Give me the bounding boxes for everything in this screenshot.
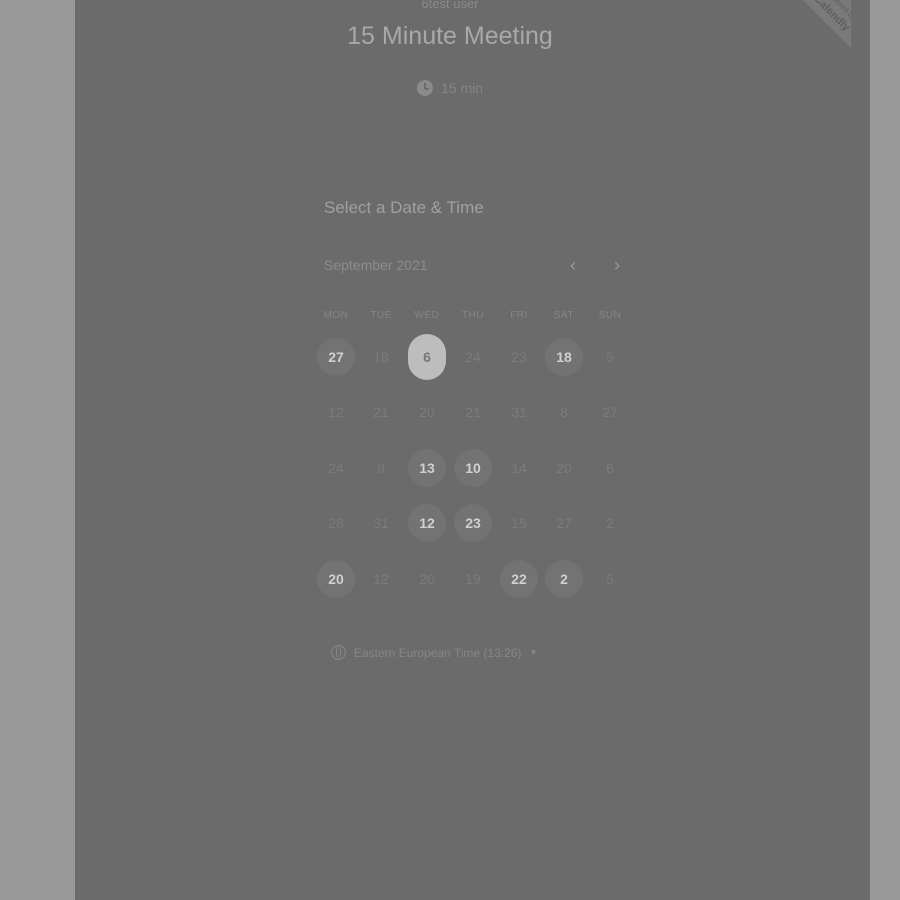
chevron-left-icon: ‹ xyxy=(570,255,576,275)
disabled-day: 5 xyxy=(606,571,614,587)
weekday-sun: SUN xyxy=(598,310,622,321)
disabled-day: 18 xyxy=(373,349,389,365)
disabled-day: 20 xyxy=(419,404,435,420)
disabled-day: 6 xyxy=(606,460,614,476)
disabled-day: 2 xyxy=(606,515,614,531)
weekday-thu: THU xyxy=(461,310,485,321)
weekday-wed: WED xyxy=(414,310,440,321)
weekday-sat: SAT xyxy=(553,310,575,321)
available-day[interactable]: 27 xyxy=(317,338,355,376)
weekday-tue: TUE xyxy=(370,310,392,321)
next-month-button[interactable]: › xyxy=(605,254,629,278)
event-duration: 15 min xyxy=(0,80,900,96)
disabled-day: 8 xyxy=(560,404,568,420)
duration-label: 15 min xyxy=(440,80,484,96)
disabled-day: 5 xyxy=(606,349,614,365)
weekday-mon: MON xyxy=(323,310,349,321)
available-day[interactable]: 22 xyxy=(500,560,538,598)
disabled-day: 20 xyxy=(419,571,435,587)
disabled-day: 21 xyxy=(373,404,389,420)
disabled-day: 19 xyxy=(465,571,481,587)
selected-day[interactable]: 6 xyxy=(408,334,446,380)
organizer-name: 6test user xyxy=(421,0,479,11)
disabled-day: 31 xyxy=(373,515,389,531)
globe-icon xyxy=(331,645,346,660)
event-title: 15 Minute Meeting xyxy=(347,22,553,50)
disabled-day: 14 xyxy=(511,460,527,476)
disabled-day: 12 xyxy=(328,404,344,420)
disabled-day: 28 xyxy=(328,515,344,531)
timezone-selector[interactable]: Eastern European Time (13:26) ▼ xyxy=(331,645,537,660)
month-label: September 2021 xyxy=(324,257,428,273)
clock-icon xyxy=(416,80,433,96)
disabled-day: 15 xyxy=(511,515,527,531)
disabled-day: 27 xyxy=(556,515,572,531)
prev-month-button[interactable]: ‹ xyxy=(561,254,585,278)
disabled-day: 31 xyxy=(511,404,527,420)
disabled-day: 8 xyxy=(377,460,385,476)
timezone-label: Eastern European Time (13:26) xyxy=(354,645,522,660)
weekday-header: MON TUE WED THU FRI SAT SUN xyxy=(313,310,635,326)
disabled-day: 21 xyxy=(465,404,481,420)
caret-down-icon: ▼ xyxy=(529,648,538,657)
chevron-right-icon: › xyxy=(614,255,620,275)
disabled-day: 24 xyxy=(465,349,481,365)
available-day[interactable]: 13 xyxy=(408,449,446,487)
available-day[interactable]: 23 xyxy=(454,504,492,542)
disabled-day: 20 xyxy=(556,460,572,476)
available-day[interactable]: 2 xyxy=(545,560,583,598)
weekday-fri: FRI xyxy=(510,310,528,321)
available-day[interactable]: 10 xyxy=(454,449,492,487)
select-date-heading: Select a Date & Time xyxy=(324,198,484,217)
disabled-day: 27 xyxy=(602,404,618,420)
available-day[interactable]: 20 xyxy=(317,560,355,598)
available-day[interactable]: 18 xyxy=(545,338,583,376)
disabled-day: 12 xyxy=(373,571,389,587)
disabled-day: 24 xyxy=(328,460,344,476)
disabled-day: 23 xyxy=(511,349,527,365)
available-day[interactable]: 12 xyxy=(408,504,446,542)
